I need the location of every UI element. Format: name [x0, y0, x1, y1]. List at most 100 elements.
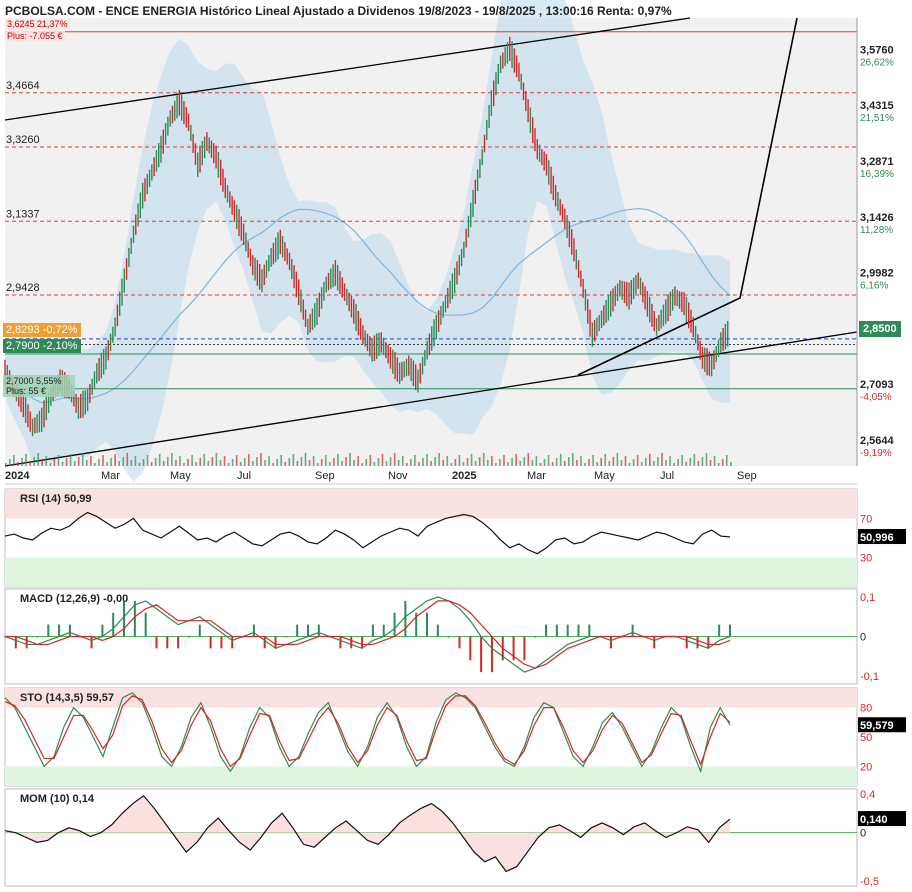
volume-bar [195, 462, 197, 466]
volume-bar [57, 455, 60, 466]
volume-bar [608, 461, 611, 466]
volume-bar [466, 458, 469, 466]
volume-bar [499, 459, 501, 466]
macd-histogram-bar [36, 636, 39, 638]
time-tick-label: May [170, 470, 191, 482]
volume-bar [243, 458, 246, 466]
badge-position: 2,7000 5,55% Plus: 55 € [3, 375, 75, 397]
axis-pct-label: 11,28% [860, 225, 893, 236]
volume-bar [65, 458, 68, 466]
volume-bar [669, 456, 671, 466]
volume-bar [717, 463, 720, 466]
time-tick-label: Mar [527, 470, 546, 482]
macd-histogram-bar [707, 636, 710, 649]
panel-title: MACD (12,26,9) -0,00 [20, 593, 128, 605]
volume-bar [653, 461, 655, 466]
macd-histogram-bar [231, 636, 234, 649]
volume-bar [183, 463, 185, 466]
oversold-zone [5, 766, 857, 786]
panel-level-label: 0,1 [860, 592, 875, 604]
volume-bar [616, 453, 619, 466]
volume-bar [308, 460, 311, 466]
chart-title: PCBOLSA.COM - ENCE ENERGIA Histórico Lin… [5, 4, 672, 18]
panel-title: RSI (14) 50,99 [20, 493, 92, 505]
volume-bar [543, 459, 546, 466]
volume-bar [503, 455, 505, 466]
volume-bar [470, 454, 473, 466]
volume-bar [106, 462, 108, 466]
macd-histogram-bar [685, 636, 688, 649]
volume-bar [559, 454, 562, 466]
volume-bar [53, 459, 56, 466]
volume-bar [576, 460, 578, 466]
volume-bar [312, 456, 315, 466]
volume-bar [697, 461, 700, 466]
volume-bar [134, 456, 137, 466]
volume-bar [207, 461, 210, 466]
macd-histogram-bar [555, 624, 558, 637]
macd-histogram-bar [696, 636, 699, 649]
volume-bar [324, 455, 327, 466]
panel-level-label: 0,4 [860, 789, 875, 801]
volume-bar [648, 454, 651, 466]
volume-bar [284, 462, 287, 466]
volume-bar [61, 462, 64, 466]
volume-bar [219, 460, 222, 466]
volume-bar [640, 462, 643, 466]
volume-bar [730, 462, 732, 466]
volume-bar [709, 460, 712, 466]
volume-bar [567, 457, 570, 466]
volume-bar [171, 453, 173, 466]
volume-bar [300, 457, 303, 466]
macd-histogram-bar [718, 624, 721, 637]
volume-bar [596, 462, 598, 466]
volume-bar [268, 456, 270, 466]
volume-bar [239, 462, 242, 466]
volume-bar [491, 456, 493, 466]
volume-bar [410, 459, 412, 466]
volume-bar [280, 455, 283, 466]
volume-bar [458, 455, 461, 466]
macd-histogram-bar [350, 636, 353, 649]
macd-histogram-bar [566, 624, 569, 637]
volume-bar [316, 463, 319, 466]
volume-bar [231, 459, 234, 466]
macd-histogram-bar [177, 636, 180, 649]
macd-histogram-bar [404, 600, 407, 637]
macd-histogram-bar [112, 612, 115, 637]
macd-histogram-bar [339, 636, 342, 649]
current-value-badge: 59,579 [860, 720, 894, 732]
volume-bar [454, 459, 457, 466]
macd-histogram-bar [306, 624, 309, 637]
volume-bar [588, 459, 590, 466]
macd-histogram-bar [545, 624, 548, 637]
volume-bar [191, 455, 193, 466]
volume-bar [122, 457, 125, 466]
macd-histogram-bar [90, 636, 93, 649]
macd-histogram-bar [166, 636, 169, 649]
volume-bar [515, 454, 517, 466]
volume-bar [539, 463, 542, 466]
macd-histogram-bar [361, 636, 364, 649]
volume-bar [677, 459, 679, 466]
macd-histogram-bar [47, 624, 50, 637]
volume-bar [77, 457, 80, 466]
macd-histogram-bar [68, 624, 71, 637]
macd-panel: MACD (12,26,9) -0,00 0,1 0 -0,1 [4, 588, 879, 685]
volume-bar [442, 460, 445, 466]
volume-bar [33, 457, 35, 466]
panel-level-label: 70 [860, 513, 872, 525]
axis-price-label: 3,5760 [860, 44, 894, 56]
macd-histogram-bar [252, 624, 255, 637]
axis-price-label: 2,7093 [860, 379, 894, 391]
volume-bar [397, 460, 400, 466]
volume-bar [369, 455, 372, 466]
volume-bar [563, 461, 566, 466]
volume-bar [288, 458, 291, 466]
volume-bar [414, 455, 416, 466]
volume-bar [486, 460, 489, 466]
volume-bar [422, 458, 424, 466]
volume-bar [665, 460, 667, 466]
volume-bar [685, 462, 688, 466]
volume-bar [203, 454, 206, 466]
